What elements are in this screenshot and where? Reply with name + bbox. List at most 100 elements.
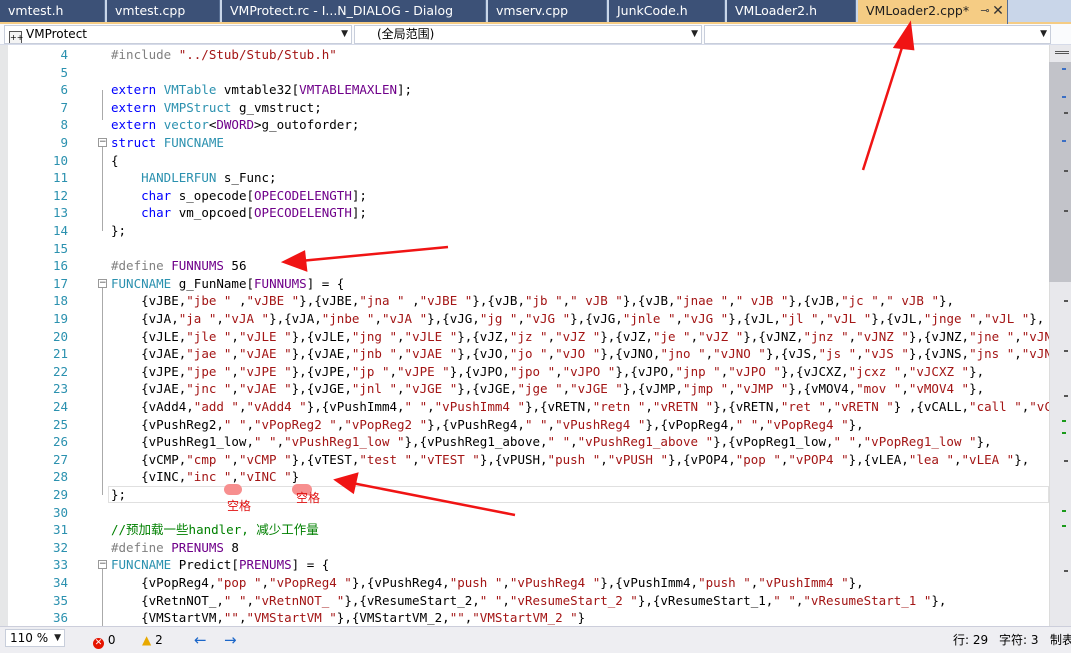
line-number: 21 [52,346,68,362]
code-line[interactable]: #include "../Stub/Stub/Stub.h" [111,46,337,64]
scrollbar-thumb[interactable] [1049,62,1071,282]
line-number: 14 [52,223,68,238]
tab-vmprotect-rc-i-n-dialog-dialog[interactable]: VMProtect.rc - I...N_DIALOG - Dialog [222,0,486,22]
line-number: 4 [60,47,68,62]
line-number: 28 [52,469,68,485]
overview-mark [1064,210,1068,212]
status-bar: 110 % ▼ ✕ 0 ▲ 2 ← → 行: 29 字符: 3 制表 [0,626,1071,653]
line-number: 23 [52,381,68,397]
arrow-left-icon[interactable]: ← [194,629,207,651]
line-number: 36 [52,610,68,626]
tab-vmtest-h[interactable]: vmtest.h [0,0,105,22]
member-dropdown[interactable]: ▼ [704,25,1051,44]
code-line[interactable]: {vJLE,"jle ","vJLE "},{vJLE,"jng ","vJLE… [111,328,1049,346]
overview-mark [1062,68,1066,70]
collapse-icon[interactable]: − [98,278,107,288]
code-line[interactable]: extern VMPStruct g_vmstruct; [111,99,322,117]
code-line[interactable]: {vRetnNOT_," ","vRetnNOT_ "},{vResumeSta… [111,592,946,610]
line-number: 12 [52,187,68,203]
error-indicator[interactable]: ✕ 0 [93,629,115,651]
warning-indicator[interactable]: ▲ 2 [142,629,163,651]
code-line[interactable]: #define PRENUMS 8 [111,539,239,557]
code-line[interactable]: //预加载一些handler, 减少工作量 [111,521,319,539]
overview-mark [1062,525,1066,527]
document-tab-strip: vmtest.h vmtest.cpp VMProtect.rc - I...N_D… [0,0,1071,24]
space-marker [224,484,242,495]
code-line[interactable]: }; [111,486,126,504]
overview-mark [1064,460,1068,462]
code-line[interactable]: {vCMP,"cmp ","vCMP "},{vTEST,"test ","vT… [111,451,1029,469]
line-number: 25 [52,416,68,432]
code-line[interactable]: extern vector<DWORD>g_outoforder; [111,116,359,134]
code-line[interactable]: struct FUNCNAME [111,134,224,152]
warning-icon: ▲ [142,633,152,647]
overview-mark [1064,170,1068,172]
line-number: 33 [52,557,68,573]
collapse-icon[interactable]: − [98,138,107,147]
line-number: 26 [52,434,68,450]
code-line[interactable]: FUNCNAME g_FunName[FUNNUMS] = { [111,275,344,293]
code-line[interactable]: {vAdd4,"add ","vAdd4 "},{vPushImm4," ","… [111,398,1049,416]
code-line[interactable]: {vJAE,"jae ","vJAE "},{vJAE,"jnb ","vJAE… [111,345,1049,363]
chevron-down-icon: ▼ [691,29,698,39]
chevron-down-icon: ▼ [341,29,348,39]
code-line[interactable]: {vINC,"inc ","vINC "} [111,468,299,486]
line-number: 17 [52,275,68,291]
fold-guide [102,90,103,120]
tab-junkcode-h[interactable]: JunkCode.h [609,0,725,22]
chevron-down-icon: ▼ [1040,29,1047,39]
line-number: 9 [60,135,68,150]
line-number: 19 [52,311,68,326]
code-line[interactable]: {vPopReg4,"pop ","vPopReg4 "},{vPushReg4… [111,574,864,592]
split-handle[interactable] [1055,51,1069,54]
arrow-right-icon[interactable]: → [224,629,237,651]
tab-vmtest-cpp[interactable]: vmtest.cpp [107,0,220,22]
code-line[interactable]: { [111,152,119,170]
tab-indicator: 制表 [1050,633,1071,647]
code-editor[interactable]: 4 5 6 7 8 9 10 11 12 13 14 15 16 17 18 19 20 21 22 23 24 25 26… [0,45,1049,626]
code-line[interactable]: {vPushReg2," ","vPopReg2 ","vPopReg2 "},… [111,416,864,434]
line-number: 20 [52,328,68,344]
code-line[interactable]: HANDLERFUN s_Func; [111,169,276,187]
code-line[interactable]: }; [111,222,126,240]
project-dropdown[interactable]: ++ VMProtect ▼ [4,25,352,44]
overview-mark [1062,420,1066,422]
line-number: 24 [52,399,68,414]
overview-mark [1064,395,1068,397]
code-line[interactable]: {vJBE,"jbe " ,"vJBE "},{vJBE,"jna " ,"vJ… [111,292,954,310]
char-indicator: 字符: 3 [999,633,1039,647]
chevron-down-icon: ▼ [54,633,61,643]
line-number: 34 [52,575,68,590]
line-number: 32 [52,539,68,555]
zoom-dropdown[interactable]: 110 % ▼ [5,629,65,647]
indicator-margin [0,45,8,626]
line-number: 5 [60,64,68,80]
code-line[interactable]: extern VMTable vmtable32[VMTABLEMAXLEN]; [111,81,412,99]
line-number: 13 [52,205,68,221]
tab-vmloader2-h[interactable]: VMLoader2.h [727,0,856,22]
project-icon: ++ [9,31,24,43]
scope-dropdown[interactable]: (全局范围) ▼ [354,25,702,44]
code-line[interactable]: {vPushReg1_low," ","vPushReg1_low "},{vP… [111,433,992,451]
code-line[interactable]: #define FUNNUMS 56 [111,257,246,275]
line-number: 30 [52,504,68,520]
code-line[interactable]: FUNCNAME Predict[PRENUMS] = { [111,556,329,574]
overview-mark [1062,96,1066,98]
code-line[interactable]: char s_opecode[OPECODELENGTH]; [111,187,367,205]
tab-vmserv-cpp[interactable]: vmserv.cpp [488,0,607,22]
line-number: 35 [52,592,68,608]
close-icon[interactable]: ✕ [990,0,1006,22]
code-line[interactable]: char vm_opcoed[OPECODELENGTH]; [111,204,367,222]
line-number: 6 [60,82,68,98]
error-icon: ✕ [93,638,104,649]
code-line[interactable]: {vJA,"ja ","vJA "},{vJA,"jnbe ","vJA "},… [111,310,1044,328]
line-number: 31 [52,522,68,538]
code-line[interactable]: {VMStartVM,"","VMStartVM "},{VMStartVM_2… [111,609,585,626]
code-line[interactable]: {vJAE,"jnc ","vJAE "},{vJGE,"jnl ","vJGE… [111,380,984,398]
collapse-icon[interactable]: − [98,560,107,570]
line-number: 16 [52,258,68,274]
navigation-bar: ++ VMProtect ▼ (全局范围) ▼ ▼ [0,24,1071,45]
line-indicator: 行: 29 [953,633,989,647]
code-line[interactable]: {vJPE,"jpe ","vJPE "},{vJPE,"jp ","vJPE … [111,363,984,381]
line-number: 22 [52,363,68,379]
